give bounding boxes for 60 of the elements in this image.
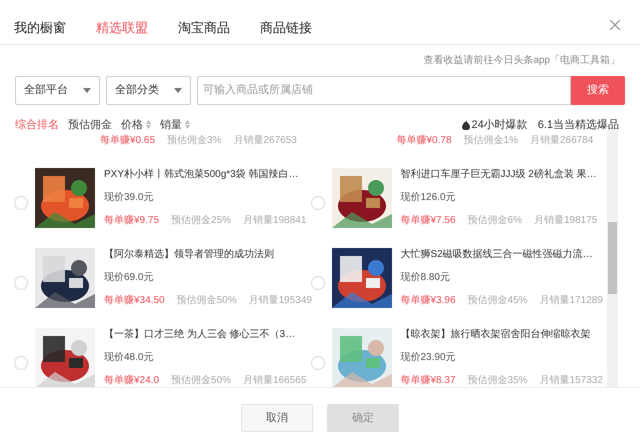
sales-text: 月销量157332 <box>540 374 603 387</box>
radio-button[interactable] <box>14 196 28 210</box>
commission-text: 预估佣金45% <box>468 294 528 308</box>
product-title[interactable]: PXY朴小样丨韩式泡菜500g*3袋 韩国辣白… <box>104 168 306 182</box>
sales-text: 月销量166565 <box>243 374 306 387</box>
sort-option[interactable]: 销量 <box>160 116 190 133</box>
product-title[interactable]: 【一茶】口才三绝 为人三会 修心三不（3… <box>104 328 306 342</box>
featured-link[interactable]: 6.1当当精选爆品 <box>538 116 619 133</box>
commission-text: 预估佣金3% <box>167 134 222 148</box>
commission-text: 预估佣金35% <box>468 374 528 387</box>
sales-text: 月销量267653 <box>233 134 297 148</box>
earning-text: 每单赚¥3.96 <box>400 294 456 308</box>
commission-text: 预估佣金1% <box>464 134 518 148</box>
hint-text: 查看收益请前往今日头条app「电商工具箱」 <box>423 54 620 68</box>
caret-icon <box>83 88 91 92</box>
earning-text: 每单赚¥9.75 <box>104 214 160 228</box>
tab[interactable]: 淘宝商品 <box>178 18 230 38</box>
sales-text: 月销量198175 <box>534 214 598 228</box>
radio-button[interactable] <box>310 196 324 210</box>
price-text: 现价39.0元 <box>104 191 154 205</box>
earning-text: 每单赚¥8.37 <box>400 374 456 387</box>
commission-text: 预估佣金6% <box>468 214 522 228</box>
price-text: 现价126.0元 <box>400 191 457 205</box>
product-title[interactable]: 【晾衣架】旅行晒衣架宿舍阳台伸缩晾衣架 <box>400 328 603 342</box>
sales-text: 月销量198841 <box>243 214 306 228</box>
price-text: 现价48.0元 <box>104 351 154 365</box>
price-text: 现价8.80元 <box>400 271 451 285</box>
radio-button[interactable] <box>310 276 324 290</box>
tab[interactable]: 商品链接 <box>260 18 312 38</box>
product-title[interactable]: 【阿尔泰精选】领导者管理的成功法则 <box>104 248 310 262</box>
sales-text: 月销量171289 <box>540 294 603 308</box>
close-icon[interactable] <box>610 20 620 30</box>
dropdown[interactable]: 全部平台 <box>15 76 100 104</box>
price-text: 现价69.0元 <box>104 271 154 285</box>
earning-text: 每单赚¥0.65 <box>100 134 156 148</box>
dropdown[interactable]: 全部分类 <box>106 76 191 104</box>
sort-option[interactable]: 预估佣金 <box>68 116 112 133</box>
commission-text: 预估佣金25% <box>171 214 232 228</box>
sales-text: 月销量195349 <box>248 294 312 308</box>
caret-icon <box>174 88 182 92</box>
radio-button[interactable] <box>14 276 28 290</box>
commission-text: 预估佣金50% <box>171 374 232 387</box>
sales-text: 月销量266784 <box>530 134 594 148</box>
product-title[interactable]: 大忙狮S2磁吸数据线三合一磁性强磁力流… <box>400 248 603 262</box>
earning-text: 每单赚¥24.0 <box>104 374 160 387</box>
tab[interactable]: 我的橱窗 <box>14 18 66 38</box>
search-field[interactable]: 可输入商品或所属店铺 <box>197 76 571 104</box>
price-text: 现价23.90元 <box>400 351 457 365</box>
earning-text: 每单赚¥0.78 <box>396 134 452 148</box>
commission-text: 预估佣金50% <box>176 294 237 308</box>
scrollbar[interactable] <box>607 130 618 387</box>
sort-option[interactable]: 价格 <box>121 116 151 133</box>
sort-option[interactable]: 综合排名 <box>15 116 59 133</box>
earning-text: 每单赚¥7.56 <box>400 214 456 228</box>
earning-text: 每单赚¥34.50 <box>104 294 165 308</box>
cancel-button[interactable]: 取消 <box>241 404 313 432</box>
featured-link[interactable]: 24小时爆款 <box>462 116 528 133</box>
radio-button[interactable] <box>310 356 324 370</box>
radio-button[interactable] <box>14 356 28 370</box>
product-title[interactable]: 智利进口车厘子巨无霸JJJ级 2磅礼盒装 果… <box>400 168 598 182</box>
